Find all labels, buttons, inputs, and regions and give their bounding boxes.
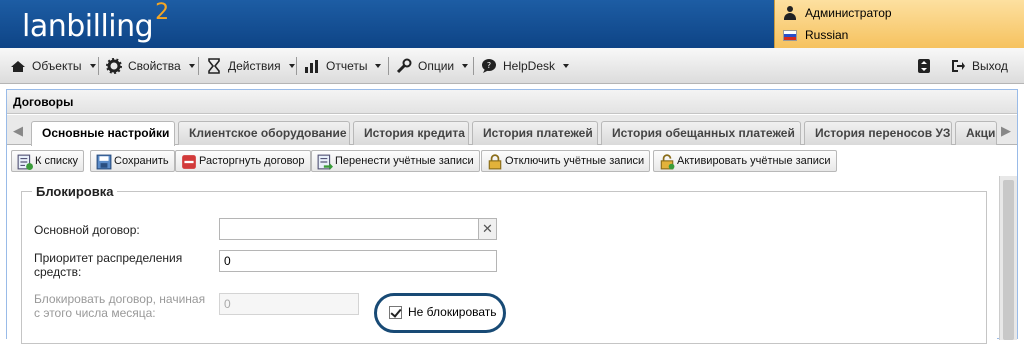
main-menu: Объекты Свойства Действия Отчеты Опции ?… xyxy=(0,48,1024,84)
form-scrollbar[interactable] xyxy=(999,176,1017,340)
russian-flag-icon xyxy=(783,29,797,41)
unlock-icon xyxy=(659,154,675,170)
user-icon xyxy=(783,6,797,20)
menu-label: Свойства xyxy=(128,59,181,73)
lock-icon xyxy=(487,154,502,170)
minus-red-icon xyxy=(181,154,196,169)
clear-icon[interactable]: ✕ xyxy=(479,218,497,240)
menu-label: Объекты xyxy=(32,59,82,73)
menu-properties[interactable]: Свойства xyxy=(106,58,195,74)
tab-main-settings[interactable]: Основные настройки xyxy=(31,121,175,146)
section-title: Блокировка xyxy=(36,184,114,199)
svg-text:?: ? xyxy=(487,61,491,70)
hourglass-icon xyxy=(206,58,222,74)
contract-toolbar: К списку Сохранить Расторгнуть договор П… xyxy=(7,148,1017,174)
menu-objects[interactable]: Объекты xyxy=(10,58,96,74)
back-to-list-button[interactable]: К списку xyxy=(11,150,85,172)
chat-icon: ? xyxy=(481,58,497,74)
logout-icon xyxy=(950,58,966,74)
user-name: Администратор xyxy=(805,6,892,20)
button-label: К списку xyxy=(35,155,79,167)
tab-client-equipment[interactable]: Клиентское оборудование xyxy=(178,121,350,145)
transfer-icon xyxy=(317,154,333,170)
no-block-label[interactable]: Не блокировать xyxy=(408,305,497,319)
menu-reports[interactable]: Отчеты xyxy=(304,58,382,74)
priority-label: Приоритет распределения средств: xyxy=(34,251,183,279)
button-label: Отключить учётные записи xyxy=(505,155,645,167)
blocking-section: Блокировка Основной договор: ✕ Приоритет… xyxy=(21,184,987,344)
panel-title: Договоры xyxy=(7,90,1017,114)
user-row[interactable]: Администратор xyxy=(783,6,892,20)
tab-payment-history[interactable]: История платежей xyxy=(472,121,598,145)
menu-label: Опции xyxy=(418,59,455,73)
button-label: Расторгнуть договор xyxy=(199,155,305,167)
save-icon xyxy=(96,154,112,170)
tab-credit-history[interactable]: История кредита xyxy=(353,121,469,145)
menu-helpdesk[interactable]: ? HelpDesk xyxy=(481,58,570,74)
tab-scroll-left-icon[interactable]: ◀ xyxy=(9,121,27,141)
logout-button[interactable]: Выход xyxy=(950,58,1008,74)
terminate-contract-button[interactable]: Расторгнуть договор xyxy=(175,150,311,172)
contracts-panel: Договоры ◀ Основные настройки Клиентское… xyxy=(6,89,1018,344)
tab-account-transfer-history[interactable]: История переносов УЗ xyxy=(804,121,952,145)
user-box: Администратор Russian xyxy=(774,0,1024,48)
menu-actions[interactable]: Действия xyxy=(206,58,295,74)
gear-icon xyxy=(106,58,122,74)
save-button[interactable]: Сохранить xyxy=(90,150,175,172)
button-label: Активировать учётные записи xyxy=(677,155,831,167)
disable-accounts-button[interactable]: Отключить учётные записи xyxy=(481,150,651,172)
list-back-icon xyxy=(17,154,33,170)
transfer-accounts-button[interactable]: Перенести учётные записи xyxy=(311,150,480,172)
block-from-day-label: Блокировать договор, начиная с этого чис… xyxy=(34,292,206,320)
fullscreen-icon xyxy=(916,58,932,74)
language-row[interactable]: Russian xyxy=(783,28,848,42)
menu-label: Действия xyxy=(228,59,281,73)
tab-scroll-right-icon[interactable]: ▶ xyxy=(997,121,1015,141)
form-area: Блокировка Основной договор: ✕ Приоритет… xyxy=(7,176,997,344)
scrollbar-thumb[interactable] xyxy=(1003,180,1014,340)
tab-promised-payment-history[interactable]: История обещанных платежей xyxy=(601,121,801,145)
language-label: Russian xyxy=(805,28,849,42)
tab-promotions[interactable]: Акци xyxy=(955,121,997,145)
priority-input[interactable] xyxy=(219,250,497,272)
menu-options[interactable]: Опции xyxy=(396,58,469,74)
main-contract-input[interactable] xyxy=(219,218,479,240)
button-label: Перенести учётные записи xyxy=(335,155,474,167)
logout-label: Выход xyxy=(972,59,1008,73)
bar-chart-icon xyxy=(304,58,320,74)
activate-accounts-button[interactable]: Активировать учётные записи xyxy=(653,150,837,172)
objects-icon xyxy=(10,58,26,74)
logo: lanbilling2 xyxy=(22,0,169,44)
wrench-icon xyxy=(396,58,412,74)
block-from-day-input xyxy=(219,293,359,315)
menu-label: HelpDesk xyxy=(503,59,556,73)
no-block-checkbox[interactable] xyxy=(389,306,402,319)
app-header: lanbilling2 Администратор Russian xyxy=(0,0,1024,48)
main-contract-label: Основной договор: xyxy=(34,223,140,237)
tab-strip: ◀ Основные настройки Клиентское оборудов… xyxy=(7,115,1017,146)
fullscreen-button[interactable] xyxy=(916,58,932,74)
menu-label: Отчеты xyxy=(326,59,368,73)
button-label: Сохранить xyxy=(114,155,169,167)
